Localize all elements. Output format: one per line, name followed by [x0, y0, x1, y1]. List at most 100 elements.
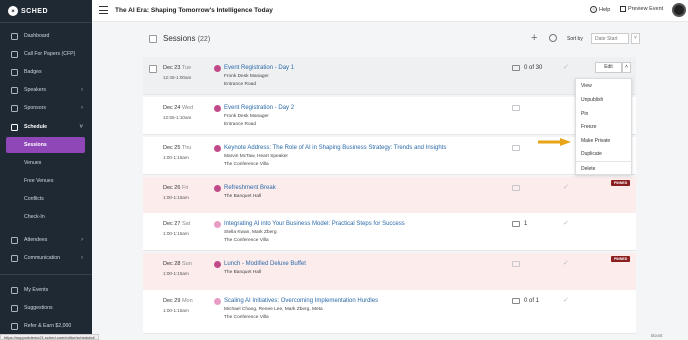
sort-dropdown-toggle[interactable]: ˅ [631, 33, 640, 44]
session-title-link[interactable]: Keynote Address: The Role of AI in Shapi… [224, 145, 446, 151]
session-time: 12:55-1:10am [163, 115, 192, 120]
menu-item-freeze[interactable]: Freeze [576, 121, 633, 134]
sidebar-item-suggestions[interactable]: Suggestions [0, 300, 92, 316]
sidebar-item-check-in[interactable]: Check-In [0, 209, 92, 225]
sidebar-item-sponsors[interactable]: Sponsors › [0, 100, 92, 116]
help-label: Help [599, 6, 611, 13]
session-date: Dec 27 Sat [163, 221, 191, 227]
menu-item-unpublish[interactable]: Unpublish [576, 94, 633, 107]
sidebar-item-label: Sponsors [24, 105, 46, 111]
chevron-right-icon: › [81, 105, 83, 111]
session-venue: Entrance Road [224, 82, 256, 87]
chevron-right-icon: › [81, 87, 83, 93]
sidebar-item-communication[interactable]: Communication › [0, 250, 92, 266]
select-all-checkbox[interactable] [149, 35, 157, 43]
seats-icon [512, 145, 520, 151]
checkmark-icon: ✓ [563, 184, 569, 191]
sidebar-item-schedule[interactable]: Schedule ˅ [0, 119, 92, 135]
sidebar-item-dashboard[interactable]: Dashboard [0, 28, 92, 44]
session-type-dot [214, 298, 221, 305]
sort-by-label: Sort by [567, 36, 583, 42]
session-title-link[interactable]: Event Registration - Day 1 [224, 65, 294, 71]
menu-item-delete[interactable]: Delete [576, 163, 633, 176]
session-time: 12:45-1:00am [163, 75, 192, 80]
seats-icon [512, 221, 520, 227]
session-date: Dec 24 Wed [163, 105, 194, 111]
calendar-icon [11, 123, 18, 131]
edit-button[interactable]: Edit [595, 62, 622, 73]
hamburger-menu-icon[interactable] [99, 6, 108, 14]
seats-count: 0 of 30 [524, 65, 543, 71]
table-row[interactable]: Dec 27 Sat 1:00-1:15am Integrating AI in… [143, 213, 636, 251]
session-title-link[interactable]: Integrating AI into Your Business Model:… [224, 221, 405, 227]
menu-item-view[interactable]: View [576, 80, 633, 93]
sessions-title: Sessions [163, 34, 196, 43]
sessions-header: Sessions (22) + Sort by Date Start ˅ [148, 30, 640, 48]
session-title-link[interactable]: Scaling AI Initiatives: Overcoming Imple… [224, 298, 378, 304]
sidebar-item-refer[interactable]: Refer & Earn $2,000 [0, 318, 92, 334]
sidebar-item-cfp[interactable]: Call For Papers (CFP) [0, 46, 92, 62]
session-venue: The Conference Villa [224, 315, 269, 320]
session-venue: The Banquet Hall [224, 194, 262, 199]
sidebar-item-sessions[interactable]: Sessions [6, 137, 85, 153]
logo-text: SCHED [21, 7, 49, 15]
sidebar-item-label: Suggestions [24, 305, 53, 311]
seats-icon [512, 261, 520, 267]
edit-dropdown-toggle[interactable]: ˄ [622, 62, 631, 73]
session-title-link[interactable]: Refreshment Break [224, 185, 276, 191]
session-date: Dec 28 Sun [163, 261, 192, 267]
search-icon[interactable] [549, 34, 557, 42]
callout-arrow-icon [538, 138, 571, 146]
people-icon [11, 236, 18, 244]
add-session-icon[interactable]: + [531, 32, 537, 44]
session-venue: The Conference Villa [224, 238, 269, 243]
sidebar-item-label: Venues [24, 160, 42, 166]
checkmark-icon: ✓ [563, 297, 569, 304]
table-row[interactable]: Dec 29 Mon 1:00-1:15am Scaling AI Initia… [143, 290, 636, 334]
session-title-link[interactable]: Event Registration - Day 2 [224, 105, 294, 111]
session-type-dot [214, 65, 221, 72]
preview-event-link[interactable]: Preview Event [620, 6, 663, 12]
sidebar-item-label: Attendees [24, 237, 48, 243]
session-time: 1:00-1:15am [163, 155, 189, 160]
external-link-icon [620, 6, 626, 12]
session-date: Dec 25 Thu [163, 145, 192, 151]
sidebar-item-speakers[interactable]: Speakers › [0, 82, 92, 98]
top-bar: The AI Era: Shaping Tomorrow's Intellige… [92, 0, 688, 22]
session-title-link[interactable]: Lunch - Modified Deluxe Buffet [224, 261, 306, 267]
chevron-right-icon: › [81, 237, 83, 243]
sidebar-item-conflicts[interactable]: Conflicts [0, 191, 92, 207]
session-date: Dec 26 Fri [163, 185, 189, 191]
session-time: 1:00-1:15am [163, 231, 189, 236]
menu-item-make-private[interactable]: Make Private [576, 135, 633, 148]
chat-icon [11, 254, 18, 262]
table-row[interactable]: Dec 28 Sun 1:00-1:15am Lunch - Modified … [143, 253, 636, 291]
sidebar-item-badges[interactable]: Badges [0, 64, 92, 80]
sidebar-item-free-venues[interactable]: Free Venues [0, 173, 92, 189]
sidebar-item-my-events[interactable]: My Events [0, 282, 92, 298]
table-row[interactable]: Dec 23 Tue 12:45-1:00am Event Registrati… [143, 57, 636, 95]
table-row[interactable]: Dec 24 Wed 12:55-1:10am Event Registrati… [143, 97, 636, 135]
row-checkbox[interactable] [149, 65, 157, 73]
avatar[interactable] [672, 3, 686, 17]
event-title: The AI Era: Shaping Tomorrow's Intellige… [115, 7, 273, 14]
checkmark-icon: ✓ [563, 64, 569, 71]
sidebar-item-label: Dashboard [24, 33, 50, 39]
help-link[interactable]: ? Help [590, 6, 610, 13]
sidebar-item-venues[interactable]: Venues [0, 155, 92, 171]
menu-item-pin[interactable]: Pin [576, 108, 633, 121]
sort-select[interactable]: Date Start [591, 33, 629, 44]
pinned-badge: PINNED [611, 256, 631, 262]
gift-icon [11, 322, 18, 330]
session-venue: Entrance Road [224, 122, 256, 127]
boost-label: Boost [651, 333, 663, 338]
table-row[interactable]: Dec 26 Fri 1:00-1:15am Refreshment Break… [143, 177, 636, 215]
url-tooltip: https://supportdemo21.sched.com/editor/s… [0, 334, 99, 340]
sidebar-item-label: Free Venues [24, 178, 54, 184]
chevron-right-icon: › [81, 255, 83, 261]
sched-logo[interactable]: ✶ SCHED [0, 0, 92, 22]
sidebar-item-attendees[interactable]: Attendees › [0, 232, 92, 248]
chevron-down-icon: ˅ [79, 124, 83, 130]
menu-item-duplicate[interactable]: Duplicate [576, 148, 633, 161]
dashboard-icon [11, 32, 18, 40]
